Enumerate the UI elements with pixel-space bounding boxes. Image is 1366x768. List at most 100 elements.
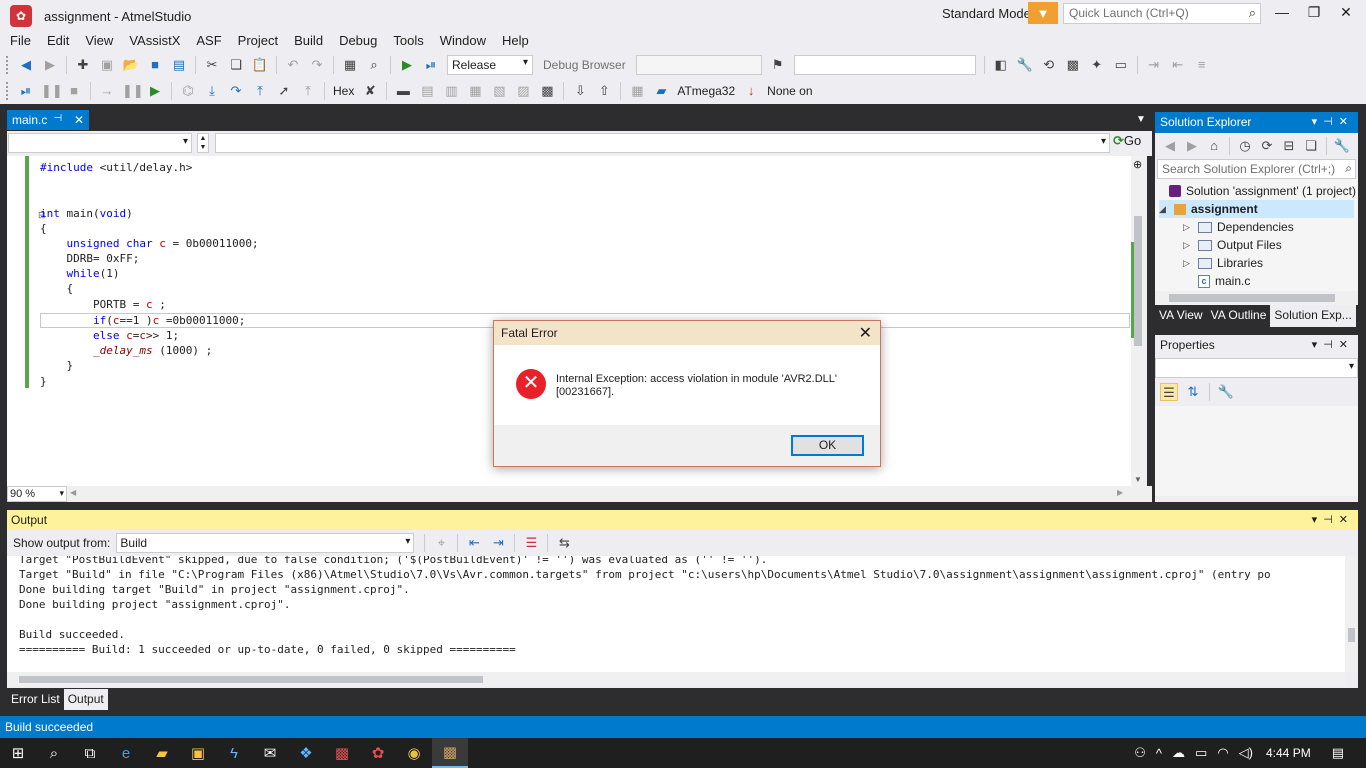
- menu-build[interactable]: Build: [286, 32, 331, 52]
- zoom-select[interactable]: 90 %: [7, 486, 67, 502]
- lightning-app-icon[interactable]: ϟ: [216, 738, 252, 768]
- notifications-icon[interactable]: ▤: [1332, 745, 1344, 761]
- file-explorer-icon[interactable]: ▰: [144, 738, 180, 768]
- configuration-select[interactable]: Release: [447, 55, 533, 75]
- download-icon[interactable]: ⇩: [571, 82, 589, 100]
- output-vertical-scrollbar[interactable]: [1345, 556, 1358, 672]
- platform-select[interactable]: [635, 55, 762, 75]
- wifi-icon[interactable]: ◠: [1217, 745, 1228, 761]
- layout-icon[interactable]: ▦: [628, 82, 646, 100]
- terminal-icon[interactable]: ▭: [1112, 56, 1130, 74]
- memory-icon[interactable]: ▥: [442, 82, 460, 100]
- categorized-icon[interactable]: ☰: [1160, 383, 1178, 401]
- dialog-title-bar[interactable]: Fatal Error ✕: [494, 321, 880, 345]
- debug-browser-dropdown[interactable]: Debug Browser: [543, 58, 626, 72]
- find-message-icon[interactable]: ⌖: [432, 534, 450, 552]
- hex-toggle[interactable]: Hex: [333, 84, 354, 98]
- cut-icon[interactable]: ✂: [203, 56, 221, 74]
- tab-va-outline[interactable]: VA Outline: [1207, 305, 1271, 327]
- step-into-icon[interactable]: ⤓: [203, 82, 221, 100]
- redo-icon[interactable]: ↷: [308, 56, 326, 74]
- edge-icon[interactable]: e: [108, 738, 144, 768]
- device-programming-icon[interactable]: ⟲: [1040, 56, 1058, 74]
- step-over-icon[interactable]: ↷: [227, 82, 245, 100]
- scroll-left-icon[interactable]: ◀: [70, 488, 76, 497]
- run-to-cursor-icon[interactable]: ➚: [275, 82, 293, 100]
- close-button[interactable]: ✕: [1332, 4, 1360, 24]
- start-without-debugging-icon[interactable]: ⏯: [17, 82, 35, 100]
- app-icon[interactable]: ▩: [324, 738, 360, 768]
- context-combo[interactable]: [8, 133, 192, 153]
- back-icon[interactable]: ◀: [1161, 137, 1179, 155]
- continue-icon[interactable]: ▶: [146, 82, 164, 100]
- home-icon[interactable]: ⌂: [1205, 137, 1223, 155]
- toolbar-grip[interactable]: [6, 56, 10, 74]
- show-hidden-icon[interactable]: ^: [1156, 746, 1162, 761]
- expand-icon[interactable]: ▷: [1183, 254, 1193, 272]
- tree-item-output-files[interactable]: ▷ Output Files: [1183, 236, 1282, 254]
- chip-icon[interactable]: ▩: [1064, 56, 1082, 74]
- task-view-icon[interactable]: ⧉: [72, 738, 108, 768]
- expand-icon[interactable]: ▷: [1183, 236, 1193, 254]
- next-message-icon[interactable]: ⇥: [489, 534, 507, 552]
- find-icon[interactable]: ⌕: [365, 56, 383, 74]
- indent-icon[interactable]: ⇥: [1145, 56, 1163, 74]
- break-all-icon[interactable]: ❚❚: [122, 82, 144, 100]
- forward-icon[interactable]: ▶: [41, 56, 59, 74]
- ok-button[interactable]: OK: [791, 435, 864, 456]
- output-header[interactable]: Output ▾⊣✕: [7, 510, 1358, 530]
- menu-window[interactable]: Window: [432, 32, 494, 52]
- tree-horizontal-scrollbar[interactable]: [1155, 291, 1358, 305]
- minimize-button[interactable]: —: [1268, 4, 1296, 24]
- panel-controls[interactable]: ▾⊣✕: [1312, 513, 1354, 526]
- add-item-icon[interactable]: ▣: [98, 56, 116, 74]
- properties-header[interactable]: Properties ▾⊣✕: [1155, 335, 1358, 356]
- start-debugging-icon[interactable]: ▶: [398, 56, 416, 74]
- scroll-right-icon[interactable]: ▶: [1117, 488, 1123, 497]
- property-pages-icon[interactable]: 🔧: [1217, 383, 1235, 401]
- panel-controls[interactable]: ▾⊣✕: [1312, 338, 1354, 351]
- people-icon[interactable]: ⚇: [1134, 745, 1146, 761]
- tab-overflow-icon[interactable]: ▼: [1136, 114, 1146, 125]
- tool-selector[interactable]: None on: [767, 84, 812, 98]
- tree-item-libraries[interactable]: ▷ Libraries: [1183, 254, 1263, 272]
- editor-vertical-scrollbar[interactable]: ⊕ ▼: [1131, 156, 1147, 486]
- context-spinner[interactable]: ▲ ▼: [197, 133, 209, 153]
- dialog-close-icon[interactable]: ✕: [859, 323, 872, 343]
- menu-view[interactable]: View: [77, 32, 121, 52]
- copy-icon[interactable]: ❏: [227, 56, 245, 74]
- tab-error-list[interactable]: Error List: [7, 689, 64, 710]
- disassembly-icon[interactable]: ▤: [418, 82, 436, 100]
- refresh-icon[interactable]: ⟳: [1258, 137, 1276, 155]
- tab-main-c[interactable]: main.c ⊣ ✕: [7, 110, 89, 130]
- clear-all-icon[interactable]: ☰: [522, 534, 540, 552]
- tab-solution-explorer[interactable]: Solution Exp...: [1270, 305, 1356, 327]
- active-app-icon[interactable]: ▩: [432, 738, 468, 768]
- word-wrap-icon[interactable]: ⇆: [555, 534, 573, 552]
- collapse-all-icon[interactable]: ⊟: [1280, 137, 1298, 155]
- step-out-icon[interactable]: ⤒: [251, 82, 269, 100]
- panel-controls[interactable]: ▾⊣✕: [1312, 115, 1354, 128]
- solution-explorer-header[interactable]: Solution Explorer ▾⊣✕: [1155, 112, 1358, 133]
- io-view-icon[interactable]: ▨: [514, 82, 532, 100]
- editor-horizontal-scrollbar[interactable]: 90 % ◀ ▶: [7, 486, 1152, 502]
- solution-config-icon[interactable]: ▦: [341, 56, 359, 74]
- processor-view-icon[interactable]: ▩: [538, 82, 556, 100]
- output-text[interactable]: Target "PostBuildEvent" skipped, due to …: [7, 556, 1345, 672]
- output-source-select[interactable]: Build: [116, 533, 415, 553]
- tree-project[interactable]: ◢ assignment: [1159, 200, 1354, 218]
- tree-item-dependencies[interactable]: ▷ Dependencies: [1183, 218, 1294, 236]
- mail-icon[interactable]: ✉: [252, 738, 288, 768]
- menu-project[interactable]: Project: [230, 32, 286, 52]
- properties-object-select[interactable]: [1155, 358, 1358, 378]
- device-selector[interactable]: ATmega32: [677, 84, 735, 98]
- tab-va-view[interactable]: VA View: [1155, 305, 1207, 327]
- battery-icon[interactable]: ▭: [1195, 745, 1207, 761]
- filter-icon[interactable]: ▼: [1028, 2, 1058, 24]
- pin-icon[interactable]: ⊣: [53, 113, 62, 127]
- asf-wizard-icon[interactable]: ✦: [1088, 56, 1106, 74]
- search-icon[interactable]: ⌕: [36, 738, 72, 768]
- toolbar-grip[interactable]: [6, 82, 10, 100]
- find-combo[interactable]: [793, 55, 976, 75]
- registers-icon[interactable]: ▦: [466, 82, 484, 100]
